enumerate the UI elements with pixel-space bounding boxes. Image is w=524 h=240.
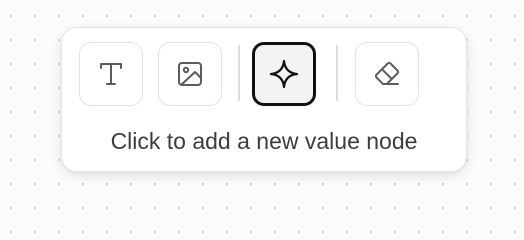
value-node-button[interactable] <box>252 42 316 106</box>
node-toolbar: Click to add a new value node <box>61 27 467 172</box>
image-icon <box>175 59 205 89</box>
toolbar-hint: Click to add a new value node <box>110 128 418 154</box>
text-node-button[interactable] <box>79 42 143 106</box>
eraser-icon <box>371 58 403 90</box>
eraser-button[interactable] <box>355 42 419 106</box>
toolbar-divider <box>336 45 338 101</box>
toolbar-divider <box>238 45 240 101</box>
image-node-button[interactable] <box>158 42 222 106</box>
text-icon <box>96 59 126 89</box>
sparkle-icon <box>267 57 301 91</box>
